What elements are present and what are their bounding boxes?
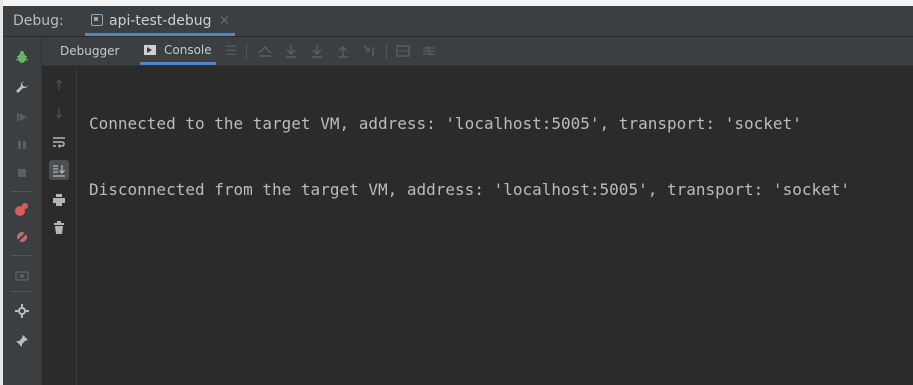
settings-icon[interactable] xyxy=(12,301,32,321)
bug-icon[interactable] xyxy=(12,47,32,67)
tab-debugger-label: Debugger xyxy=(60,44,120,58)
up-arrow-icon[interactable]: ↑ xyxy=(49,76,69,96)
down-arrow-icon[interactable]: ↓ xyxy=(49,104,69,124)
toolbar-divider xyxy=(246,43,247,59)
show-execution-point-icon[interactable] xyxy=(256,42,274,60)
stop-icon[interactable] xyxy=(12,163,32,183)
console-line: Connected to the target VM, address: 'lo… xyxy=(89,114,802,133)
step-into-icon[interactable] xyxy=(308,42,326,60)
scroll-to-end-icon[interactable] xyxy=(49,160,69,180)
wrench-icon[interactable] xyxy=(12,77,32,97)
layout-icon[interactable]: ☰ xyxy=(222,42,240,60)
debug-tool-window: Debug: api-test-debug × Debugger Console… xyxy=(3,6,913,385)
pause-icon[interactable] xyxy=(12,135,32,155)
debug-subtoolbar: Debugger Console ☰ xyxy=(42,37,913,66)
view-breakpoints-icon[interactable] xyxy=(12,199,32,219)
tab-console-label: Console xyxy=(164,42,212,57)
soft-wrap-icon[interactable] xyxy=(49,132,69,152)
debug-title: Debug: xyxy=(13,13,64,29)
snapshot-icon[interactable] xyxy=(12,265,32,285)
mute-breakpoints-icon[interactable] xyxy=(12,227,32,247)
console-output[interactable]: Connected to the target VM, address: 'lo… xyxy=(89,72,903,242)
print-icon[interactable] xyxy=(49,190,69,210)
step-out-icon[interactable] xyxy=(334,42,352,60)
console-icon xyxy=(144,44,156,55)
toolbar-divider xyxy=(386,43,387,59)
pin-icon[interactable] xyxy=(12,331,32,351)
resume-icon[interactable] xyxy=(12,107,32,127)
tab-console[interactable]: Console xyxy=(140,37,216,65)
clear-all-icon[interactable] xyxy=(49,218,69,238)
strip-divider xyxy=(11,255,33,256)
close-icon[interactable]: × xyxy=(219,13,230,28)
console-line: Disconnected from the target VM, address… xyxy=(89,180,850,199)
tab-api-test-debug[interactable]: api-test-debug × xyxy=(85,6,235,36)
strip-divider xyxy=(11,291,33,292)
evaluate-expression-icon[interactable] xyxy=(394,42,412,60)
debug-header: Debug: api-test-debug × xyxy=(3,6,913,37)
run-to-cursor-icon[interactable] xyxy=(360,42,378,60)
console-gutter: ↑ ↓ xyxy=(42,66,77,385)
strip-divider xyxy=(11,191,33,192)
debug-actions-strip xyxy=(3,37,42,385)
trace-icon[interactable] xyxy=(420,42,438,60)
tab-debugger[interactable]: Debugger xyxy=(60,37,119,65)
run-config-icon xyxy=(91,14,103,26)
step-over-icon[interactable] xyxy=(282,42,300,60)
session-tab-label: api-test-debug xyxy=(109,13,212,29)
